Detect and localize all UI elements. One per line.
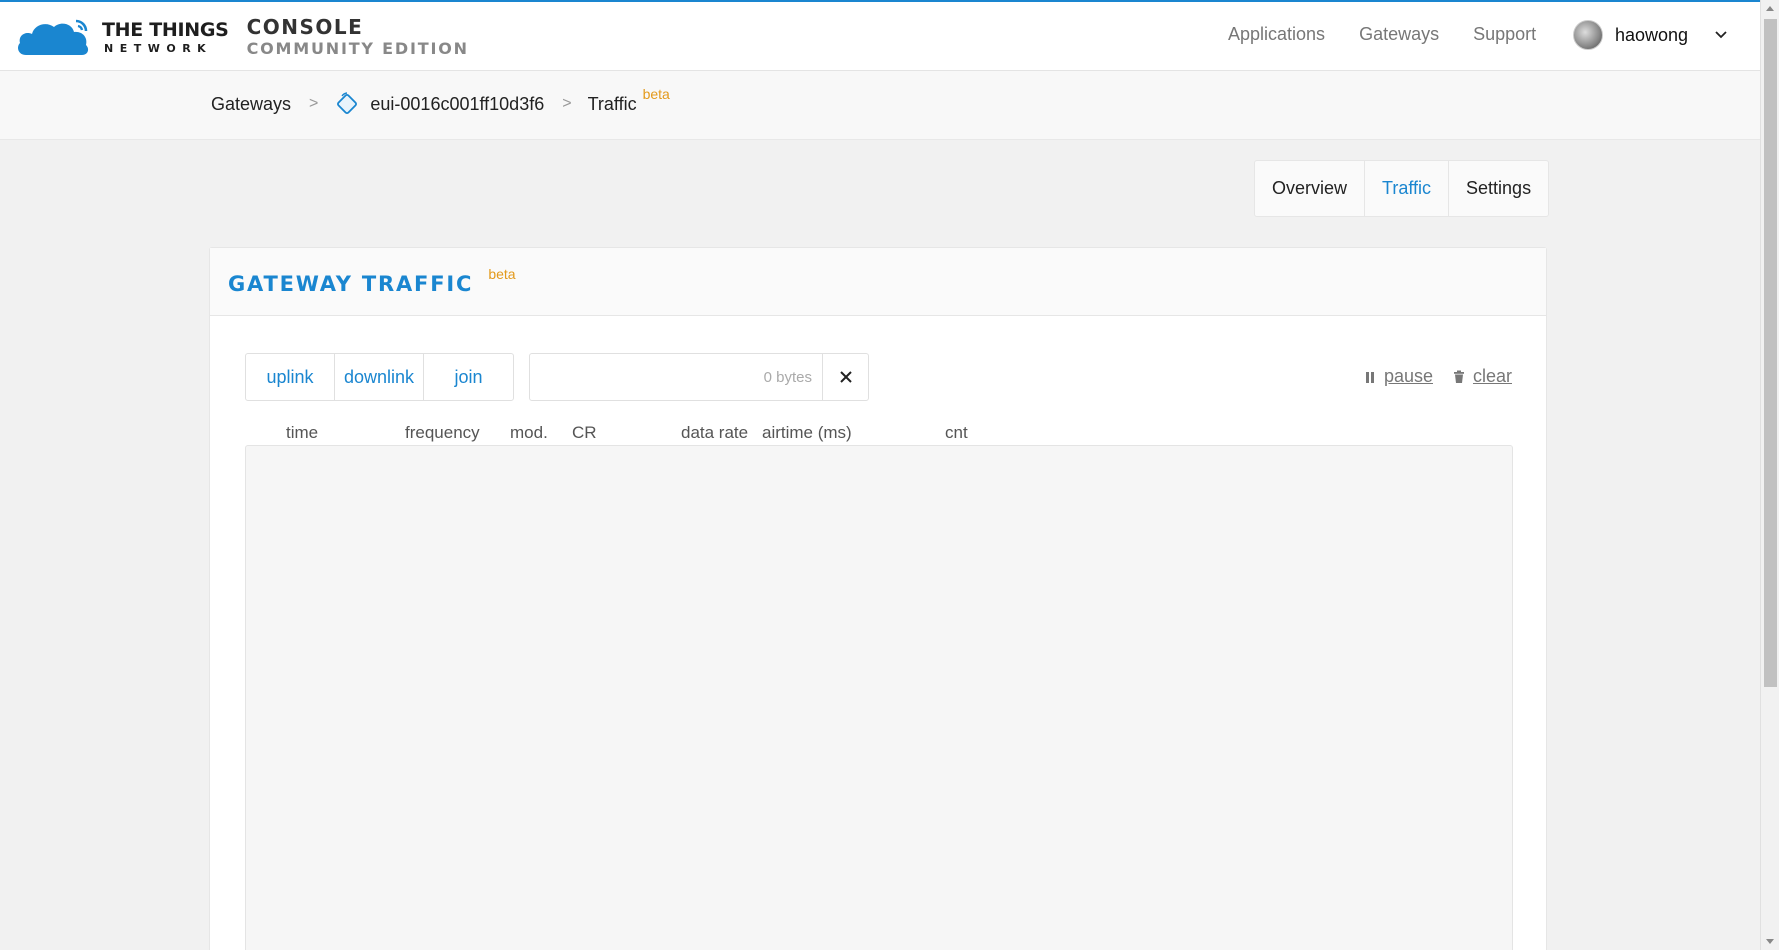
gateway-traffic-card: GATEWAY TRAFFIC beta uplink downlink joi… <box>209 247 1547 950</box>
chevron-down-icon[interactable] <box>1714 28 1728 42</box>
column-cr: CR <box>572 423 597 442</box>
traffic-table-header: time frequency mod. CR data rate airtime… <box>245 423 1513 447</box>
trash-icon <box>1453 370 1464 383</box>
nav-support[interactable]: Support <box>1473 24 1536 45</box>
page-scrollbar[interactable] <box>1760 0 1779 950</box>
column-data-rate: data rate <box>681 423 749 442</box>
ttn-wordmark-line2: NETWORK <box>104 41 213 55</box>
card-title: GATEWAY TRAFFIC beta <box>228 266 516 296</box>
beta-badge: beta <box>642 86 670 102</box>
nav-gateways[interactable]: Gateways <box>1359 24 1439 45</box>
tab-settings[interactable]: Settings <box>1449 161 1548 216</box>
clear-button[interactable]: clear <box>1453 366 1512 387</box>
scrollbar-thumb[interactable] <box>1764 19 1777 687</box>
tab-overview[interactable]: Overview <box>1255 161 1366 216</box>
column-time: time <box>286 423 319 442</box>
clear-label: clear <box>1472 366 1512 386</box>
user-menu[interactable]: haowong <box>1573 20 1728 50</box>
username[interactable]: haowong <box>1615 25 1688 46</box>
console-wordmark-line1: CONSOLE <box>246 15 364 39</box>
gateway-tabs: Overview Traffic Settings <box>1254 160 1550 217</box>
top-header: THE THINGS NETWORK CONSOLE COMMUNITY EDI… <box>0 0 1760 71</box>
nav-applications[interactable]: Applications <box>1228 24 1325 45</box>
page: THE THINGS NETWORK CONSOLE COMMUNITY EDI… <box>0 0 1760 950</box>
close-icon <box>839 371 852 383</box>
console-wordmark-line2: COMMUNITY EDITION <box>246 39 469 58</box>
avatar[interactable] <box>1573 20 1603 50</box>
payload-filter-input[interactable] <box>530 354 822 400</box>
payload-filter <box>529 353 869 401</box>
tab-traffic[interactable]: Traffic <box>1365 161 1450 216</box>
chevron-right-icon: > <box>309 95 319 112</box>
breadcrumb-gateway-id[interactable]: eui-0016c001ff10d3f6 <box>370 94 544 115</box>
filter-downlink[interactable]: downlink <box>335 354 424 400</box>
scroll-down-icon[interactable] <box>1766 939 1774 944</box>
beta-badge: beta <box>488 266 516 282</box>
cloud-logo-icon <box>18 19 89 55</box>
column-airtime: airtime (ms) <box>762 423 852 442</box>
ttn-wordmark-line1: THE THINGS <box>102 18 229 41</box>
breadcrumb: Gateways > eui-0016c001ff10d3f6 > Traffi… <box>211 86 670 117</box>
card-title-text: GATEWAY TRAFFIC <box>228 272 474 296</box>
breadcrumb-traffic: Traffic <box>587 93 637 114</box>
filter-uplink[interactable]: uplink <box>246 354 335 400</box>
column-modulation: mod. <box>510 423 548 442</box>
filter-join[interactable]: join <box>424 354 513 400</box>
column-cnt: cnt <box>945 423 968 442</box>
gateway-icon <box>337 92 358 114</box>
scroll-up-icon[interactable] <box>1766 6 1774 11</box>
pause-label: pause <box>1383 366 1433 386</box>
card-header: GATEWAY TRAFFIC beta <box>210 248 1546 316</box>
pause-button[interactable]: pause <box>1364 366 1433 387</box>
ttn-wordmark: THE THINGS NETWORK <box>102 18 229 55</box>
ttn-logo[interactable]: THE THINGS NETWORK CONSOLE COMMUNITY EDI… <box>16 16 469 58</box>
chevron-right-icon: > <box>562 95 572 112</box>
breadcrumb-gateways[interactable]: Gateways <box>211 94 291 115</box>
traffic-actions: pause clear <box>1364 366 1512 387</box>
traffic-stream[interactable] <box>245 445 1513 950</box>
column-frequency: frequency <box>405 423 480 442</box>
main-nav: Applications Gateways Support <box>1228 24 1536 45</box>
console-wordmark: CONSOLE COMMUNITY EDITION <box>247 17 469 57</box>
breadcrumb-bar: Gateways > eui-0016c001ff10d3f6 > Traffi… <box>0 71 1760 140</box>
clear-filter-button[interactable] <box>822 354 868 400</box>
pause-icon <box>1365 371 1374 383</box>
traffic-filter-group: uplink downlink join <box>245 353 514 401</box>
